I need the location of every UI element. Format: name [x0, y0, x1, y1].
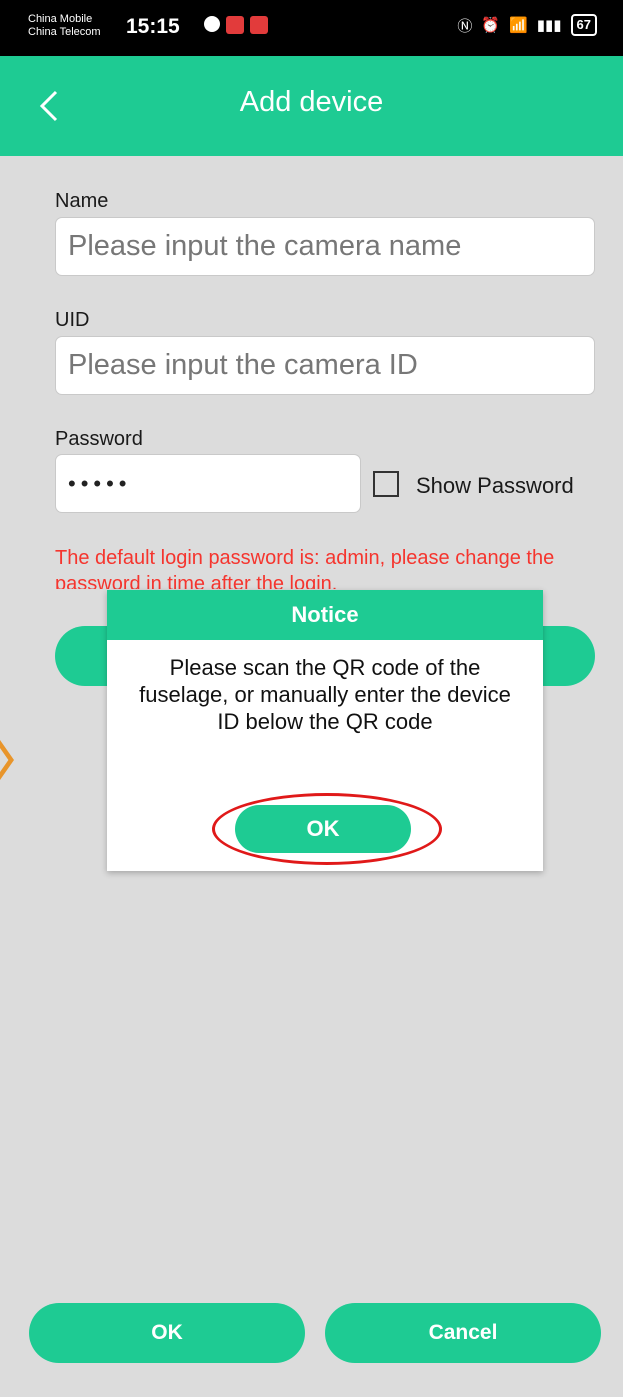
signal-icon: ▮▮▮: [536, 17, 562, 34]
uid-label: UID: [55, 309, 90, 331]
uid-placeholder: Please input the camera ID: [68, 349, 418, 381]
app-bar: Add device: [0, 56, 623, 156]
app-notification-icon: [226, 16, 244, 34]
carrier-secondary: China Telecom: [28, 26, 101, 38]
battery-icon: 67: [570, 14, 597, 36]
pinwheel-icon: [204, 16, 220, 32]
system-icons: Ⓝ ⏰ 📶 ▮▮▮ 67: [457, 14, 597, 36]
status-bar: China Mobile China Telecom 15:15 Ⓝ ⏰ 📶 ▮…: [0, 0, 623, 56]
arrow-indicator-icon: [0, 740, 14, 780]
dialog-title: Notice: [107, 590, 543, 640]
uid-input[interactable]: Please input the camera ID: [55, 336, 595, 395]
carrier-info: China Mobile China Telecom: [28, 13, 101, 39]
name-label: Name: [55, 190, 109, 212]
default-password-warning: The default login password is: admin, pl…: [55, 547, 555, 589]
dialog-message: Please scan the QR code of the fuselage,…: [139, 655, 511, 734]
carrier-primary: China Mobile: [28, 13, 93, 25]
password-input[interactable]: •••••: [55, 454, 361, 513]
show-password-label: Show Password: [416, 473, 574, 498]
nfc-icon: Ⓝ: [457, 17, 473, 35]
show-password-checkbox[interactable]: [373, 471, 399, 497]
status-time: 15:15: [126, 15, 180, 38]
dialog-ok-button[interactable]: OK: [235, 805, 411, 853]
alarm-icon: ⏰: [481, 17, 501, 34]
ok-button[interactable]: OK: [29, 1303, 305, 1363]
cancel-button[interactable]: Cancel: [325, 1303, 601, 1363]
page-title: Add device: [239, 86, 384, 118]
notification-icons: [204, 16, 268, 34]
wifi-icon: 📶: [509, 17, 528, 34]
notice-dialog: Notice Please scan the QR code of the fu…: [107, 590, 543, 871]
red-app-icon: [250, 16, 268, 34]
password-label: Password: [55, 428, 143, 450]
name-placeholder: Please input the camera name: [68, 230, 462, 262]
password-value: •••••: [68, 470, 132, 496]
name-input[interactable]: Please input the camera name: [55, 217, 595, 276]
